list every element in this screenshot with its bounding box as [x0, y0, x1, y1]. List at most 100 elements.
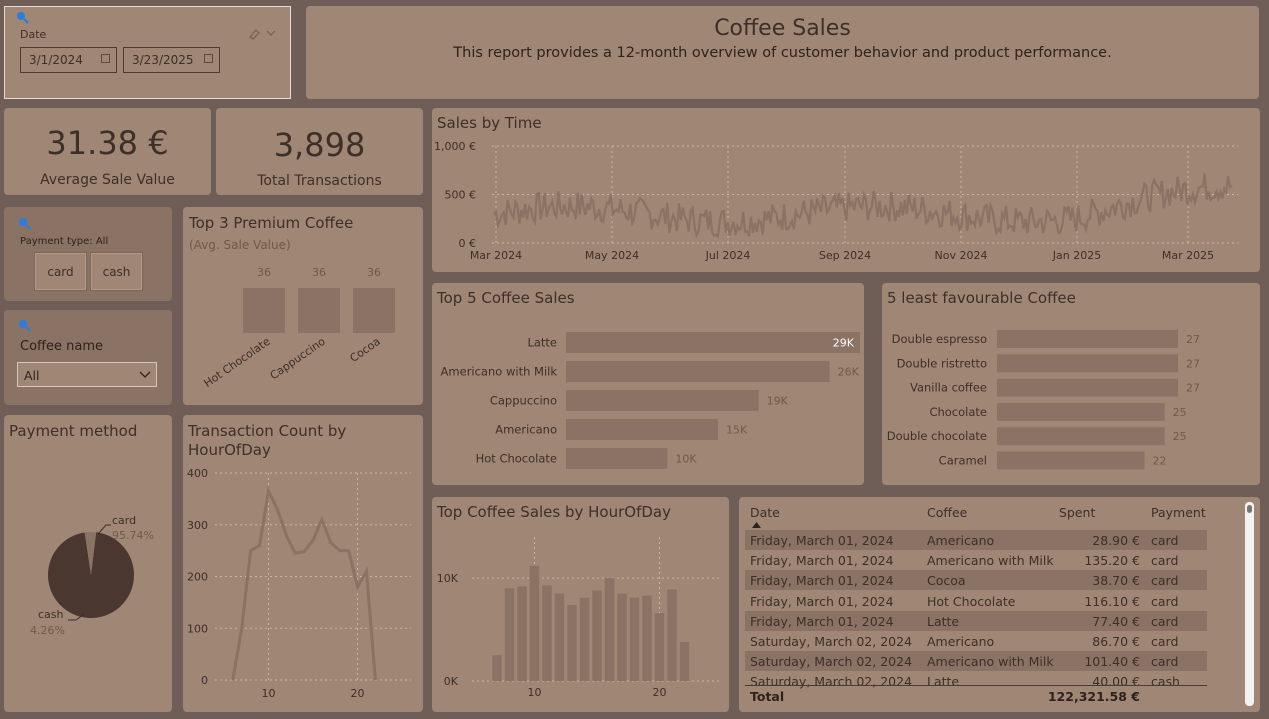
cell-payment: card — [1151, 533, 1179, 548]
cell-spent: 38.70 € — [1092, 573, 1140, 589]
total-tx-label: Total Transactions — [257, 173, 382, 189]
eraser-icon[interactable] — [247, 28, 261, 40]
end-date-input[interactable]: 3/23/2025 — [123, 47, 220, 73]
cell-coffee: Cocoa — [927, 573, 966, 589]
sales-time-xtick: Jul 2024 — [705, 249, 751, 262]
sales-hour-chart: 10K 0K 10 20 — [437, 537, 722, 699]
least5-category-label: Caramel — [939, 454, 987, 468]
sales-hour-bar — [579, 597, 590, 681]
search-icon — [19, 218, 31, 230]
cell-spent: 135.20 € — [1084, 553, 1140, 569]
premium-bar — [243, 288, 285, 333]
sales-hour-bar — [492, 655, 502, 681]
chevron-down-icon[interactable] — [139, 370, 151, 379]
search-icon — [19, 320, 31, 332]
top5-data-label: 10K — [675, 453, 697, 466]
table-header: Date Coffee Spent Payment — [745, 505, 1207, 528]
table-row[interactable]: Friday, March 01, 2024 Cocoa 38.70 € card — [745, 570, 1207, 591]
pie-label-cash: cash — [38, 608, 64, 621]
pie-pct-card: 95.74% — [112, 529, 154, 542]
sales-hour-bar — [604, 578, 615, 681]
sort-ascending-icon[interactable] — [752, 522, 761, 528]
premium-bar — [353, 288, 395, 333]
cell-date: Saturday, March 02, 2024 — [750, 654, 913, 670]
coffee-dropdown[interactable]: All — [17, 362, 157, 387]
premium-card: Top 3 Premium Coffee (Avg. Sale Value) 3… — [183, 207, 423, 405]
top5-data-label: 19K — [767, 395, 789, 408]
premium-category-label: Hot Chocolate — [201, 335, 272, 390]
transactions-table: Date Coffee Spent Payment Friday, March … — [739, 497, 1260, 712]
col-payment[interactable]: Payment — [1151, 505, 1206, 520]
col-date[interactable]: Date — [750, 505, 780, 520]
least5-bar — [997, 451, 1145, 470]
top5-bar — [566, 390, 759, 411]
tx-hour-ytick: 0 — [201, 674, 208, 687]
least5-bar — [997, 354, 1178, 373]
sales-time-ytick: 500 € — [445, 189, 477, 202]
premium-bar — [298, 288, 340, 333]
table-row[interactable]: Saturday, March 02, 2024 Latte 40.00 € cash — [745, 671, 1207, 689]
sales-hour-bar — [667, 589, 677, 681]
col-coffee[interactable]: Coffee — [927, 505, 967, 520]
tx-hour-ytick: 100 — [187, 622, 208, 635]
sales-hour-bar — [529, 565, 540, 681]
table-row[interactable]: Saturday, March 02, 2024 Americano 86.70 €… — [745, 631, 1207, 651]
premium-data-label: 36 — [367, 266, 381, 279]
top5-category-label: Hot Chocolate — [476, 452, 557, 466]
cell-payment: card — [1151, 593, 1179, 609]
scrollbar-thumb[interactable] — [1247, 505, 1252, 513]
table-row[interactable]: Friday, March 01, 2024 Americano 28.90 € ca… — [745, 530, 1207, 550]
least5-bar — [997, 402, 1165, 421]
premium-category-label: Cocoa — [347, 335, 382, 365]
top5-bar — [566, 361, 830, 382]
cell-spent: 101.40 € — [1084, 654, 1140, 670]
payment-pie-chart: card 95.74% cash 4.26% — [30, 514, 154, 637]
tx-hour-ytick: 200 — [187, 571, 208, 584]
cell-spent: 86.70 € — [1092, 634, 1140, 649]
table-row[interactable]: Friday, March 01, 2024 Americano with Mil… — [745, 550, 1207, 570]
tx-hour-xtick: 20 — [351, 687, 365, 700]
table-row[interactable]: Saturday, March 02, 2024 Americano with M… — [745, 651, 1207, 672]
top5-category-label: Cappuccino — [490, 394, 557, 408]
table-total-row: Total 122,321.58 € — [745, 685, 1207, 705]
start-date-value: 3/1/2024 — [29, 53, 83, 67]
card-option-button[interactable]: card — [34, 252, 87, 291]
sales-hour-ytick: 0K — [444, 675, 459, 688]
col-spent[interactable]: Spent — [1059, 505, 1095, 520]
avg-sale-label: Average Sale Value — [40, 172, 175, 188]
least5-bar — [997, 378, 1178, 397]
scrollbar[interactable] — [1245, 502, 1254, 706]
tx-hour-line — [231, 486, 377, 681]
cell-coffee: Americano with Milk — [927, 553, 1054, 569]
payment-method-card: Payment method card 95.74% cash 4.26% — [4, 415, 172, 712]
sales-hour-bar — [617, 593, 627, 681]
sales-hour-ytick: 10K — [437, 572, 459, 585]
tx-hour-ytick: 400 — [187, 467, 208, 480]
sales-hour-bar — [654, 613, 665, 681]
cell-date: Friday, March 01, 2024 — [750, 573, 894, 589]
cell-date: Friday, March 01, 2024 — [750, 553, 894, 569]
chevron-down-icon[interactable] — [266, 29, 276, 37]
sales-hour-bar — [554, 593, 565, 681]
sales-time-xtick: Jan 2025 — [1052, 249, 1101, 262]
sales-hour-bar — [629, 597, 640, 681]
start-date-input[interactable]: 3/1/2024 — [20, 47, 117, 73]
table-row[interactable]: Friday, March 01, 2024 Hot Chocolate 116.1… — [745, 591, 1207, 611]
sales-time-line — [493, 173, 1233, 239]
payment-slicer-card: Payment type: All card cash — [4, 207, 172, 301]
pie-label-card: card — [112, 514, 136, 527]
cell-payment: card — [1151, 553, 1179, 569]
cash-option-button[interactable]: cash — [90, 252, 143, 291]
sales-hour-bar — [567, 604, 577, 681]
tx-hour-ytick: 300 — [187, 519, 208, 532]
sales-hour-card: Top Coffee Sales by HourOfDay 10K 0K 10 20 — [432, 497, 729, 712]
calendar-icon[interactable] — [204, 54, 213, 63]
total-tx-value: 3,898 — [273, 126, 366, 164]
table-row[interactable]: Friday, March 01, 2024 Latte 77.40 € card — [745, 610, 1207, 631]
sales-time-xtick: Nov 2024 — [935, 249, 988, 262]
cell-coffee: Americano — [927, 533, 995, 548]
calendar-icon[interactable] — [101, 54, 110, 63]
least5-data-label: 27 — [1186, 382, 1200, 395]
cell-spent: 116.10 € — [1084, 593, 1140, 609]
coffee-dropdown-value: All — [24, 368, 40, 383]
